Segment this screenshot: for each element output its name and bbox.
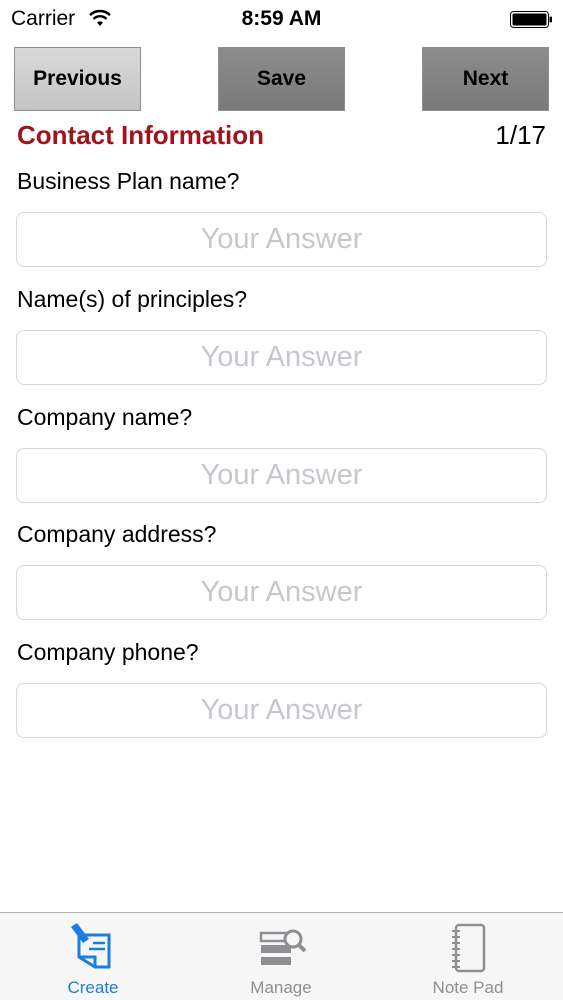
- tab-create-label: Create: [67, 978, 119, 997]
- manage-search-icon: [257, 921, 307, 976]
- previous-button[interactable]: Previous: [14, 47, 141, 111]
- page-indicator: 1/17: [495, 120, 546, 150]
- notepad-icon: [444, 921, 494, 980]
- section-title: Contact Information: [17, 120, 264, 150]
- app-screen: Carrier 8:59 AM Previous Save Next Conta…: [0, 0, 563, 1000]
- tab-create[interactable]: Create: [23, 913, 163, 1000]
- battery-icon: [510, 11, 553, 33]
- tab-manage[interactable]: Manage: [211, 913, 351, 1000]
- question-label: Company address?: [17, 521, 217, 547]
- answer-input-company-phone[interactable]: [16, 683, 547, 738]
- status-time: 8:59 AM: [241, 7, 322, 30]
- answer-input-company-address[interactable]: [16, 565, 547, 620]
- tab-bar: Create Manage Note Pad: [0, 912, 563, 1000]
- save-button[interactable]: Save: [218, 47, 345, 111]
- status-bar: Carrier 8:59 AM: [0, 0, 563, 40]
- tab-manage-label: Manage: [250, 978, 312, 997]
- create-document-icon: [69, 921, 117, 978]
- answer-input-company-name[interactable]: [16, 448, 547, 503]
- question-label: Business Plan name?: [17, 168, 240, 194]
- question-label: Name(s) of principles?: [17, 286, 248, 312]
- answer-input-principles[interactable]: [16, 330, 547, 385]
- question-label: Company name?: [17, 404, 193, 430]
- answer-input-business-plan-name[interactable]: [16, 212, 547, 267]
- next-button[interactable]: Next: [422, 47, 549, 111]
- question-label: Company phone?: [17, 639, 199, 665]
- tab-notepad-label: Note Pad: [432, 978, 504, 997]
- tab-notepad[interactable]: Note Pad: [398, 913, 538, 1000]
